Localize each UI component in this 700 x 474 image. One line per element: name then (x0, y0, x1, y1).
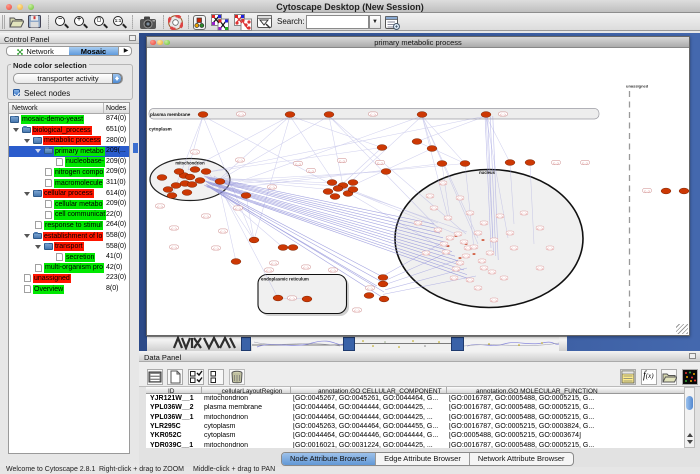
svg-text:(···): (···) (521, 211, 526, 215)
svg-text:(···): (···) (453, 267, 458, 271)
svg-text:(···): (···) (171, 226, 176, 230)
svg-text:(···): (···) (553, 161, 558, 165)
svg-text:(···): (···) (427, 194, 432, 198)
svg-text:unassigned: unassigned (626, 84, 649, 89)
svg-text:(···): (···) (537, 226, 542, 230)
svg-text:(···): (···) (308, 169, 313, 173)
svg-text:(···): (···) (481, 221, 486, 225)
svg-text:(···): (···) (457, 196, 462, 200)
svg-text:(···): (···) (220, 229, 225, 233)
svg-text:(···): (···) (491, 298, 496, 302)
svg-text:(···): (···) (467, 211, 472, 215)
svg-text:(···): (···) (582, 161, 587, 165)
svg-text:(···): (···) (497, 214, 502, 218)
svg-text:(···): (···) (537, 266, 542, 270)
svg-text:(···): (···) (501, 276, 506, 280)
svg-text:nucleus: nucleus (479, 170, 495, 175)
svg-text:(···): (···) (370, 112, 375, 116)
svg-text:(···): (···) (457, 261, 462, 265)
svg-text:(···): (···) (489, 270, 494, 274)
svg-text:plasma membrane: plasma membrane (150, 112, 191, 117)
svg-text:(···): (···) (455, 232, 460, 236)
svg-text:(···): (···) (475, 286, 480, 290)
svg-text:(···): (···) (289, 296, 294, 300)
svg-text:(···): (···) (266, 268, 271, 272)
svg-text:endoplasmic reticulum: endoplasmic reticulum (261, 277, 309, 282)
svg-text:(···): (···) (644, 189, 649, 193)
svg-text:(···): (···) (500, 112, 505, 116)
svg-text:(···): (···) (192, 150, 197, 154)
svg-text:(···): (···) (445, 216, 450, 220)
svg-text:(···): (···) (171, 245, 176, 249)
svg-text:(···): (···) (491, 238, 496, 242)
svg-text:(···): (···) (471, 245, 476, 249)
svg-text:(···): (···) (441, 242, 446, 246)
svg-text:(···): (···) (451, 276, 456, 280)
svg-text:(···): (···) (354, 308, 359, 312)
svg-text:(···): (···) (479, 259, 484, 263)
svg-text:(···): (···) (237, 158, 242, 162)
svg-text:cytoplasm: cytoplasm (149, 127, 172, 132)
svg-text:(···): (···) (431, 206, 436, 210)
svg-text:(···): (···) (475, 231, 480, 235)
svg-text:(···): (···) (157, 204, 162, 208)
svg-text:(···): (···) (507, 231, 512, 235)
svg-text:mitochondrion: mitochondrion (175, 161, 205, 166)
svg-text:(···): (···) (377, 161, 382, 165)
svg-text:(···): (···) (440, 181, 445, 185)
svg-text:(···): (···) (238, 112, 243, 116)
svg-text:(···): (···) (481, 266, 486, 270)
svg-text:(···): (···) (447, 236, 452, 240)
svg-text:(···): (···) (443, 250, 448, 254)
svg-text:(···): (···) (423, 251, 428, 255)
svg-text:(···): (···) (339, 159, 344, 163)
svg-text:(···): (···) (511, 246, 516, 250)
svg-text:(···): (···) (235, 206, 240, 210)
svg-text:(···): (···) (330, 268, 335, 272)
svg-text:(···): (···) (271, 261, 276, 265)
svg-text:(···): (···) (269, 185, 274, 189)
svg-text:(···): (···) (467, 278, 472, 282)
svg-text:(···): (···) (415, 221, 420, 225)
svg-text:(···): (···) (547, 246, 552, 250)
svg-text:(···): (···) (213, 246, 218, 250)
svg-text:(···): (···) (487, 251, 492, 255)
svg-text:(···): (···) (463, 254, 468, 258)
svg-text:(···): (···) (303, 265, 308, 269)
svg-text:(···): (···) (295, 162, 300, 166)
svg-text:(···): (···) (367, 286, 372, 290)
svg-text:(···): (···) (435, 228, 440, 232)
svg-text:(···): (···) (203, 214, 208, 218)
svg-text:(···): (···) (461, 240, 466, 244)
svg-text:(···): (···) (465, 246, 470, 250)
